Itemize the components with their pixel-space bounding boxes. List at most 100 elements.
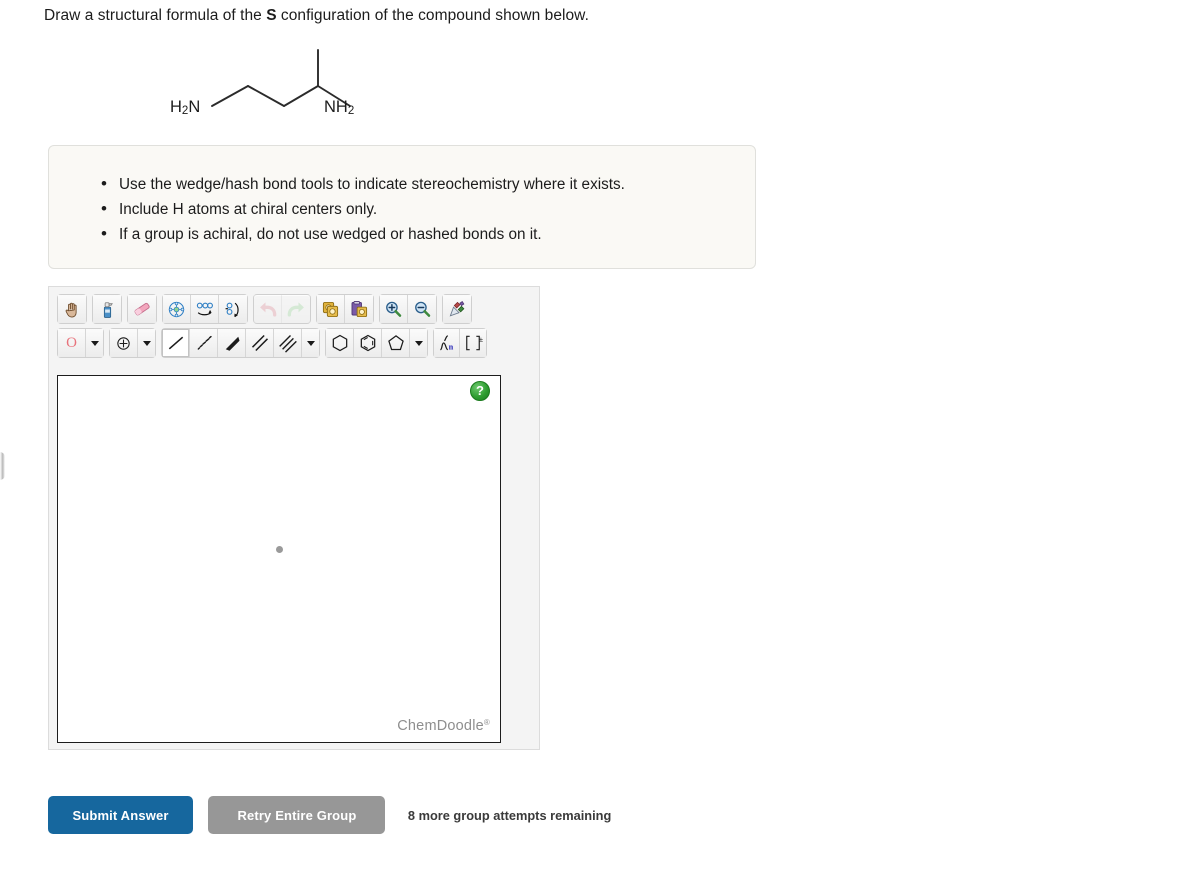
submit-answer-button[interactable]: Submit Answer: [48, 796, 193, 834]
right-label-nh: NH: [324, 98, 348, 116]
bracket-charge-tool-button[interactable]: ±: [460, 329, 486, 357]
redo-tool-button[interactable]: [282, 295, 310, 323]
drawing-canvas[interactable]: ? ChemDoodle®: [57, 375, 501, 743]
help-button[interactable]: ?: [470, 381, 490, 401]
charge-dropdown-button[interactable]: [138, 329, 155, 357]
double-bond-icon: [251, 334, 268, 352]
registered-mark-icon: ®: [483, 718, 490, 727]
flip-horizontal-icon: [196, 302, 213, 315]
chemdoodle-brand-text: ChemDoodle: [397, 718, 484, 734]
element-selector-button[interactable]: O: [58, 329, 86, 357]
toolbar-group-rings: [325, 328, 428, 358]
flip-vertical-tool-button[interactable]: [219, 295, 247, 323]
action-bar: Submit Answer Retry Entire Group 8 more …: [48, 796, 611, 836]
cyclohexane-ring-tool-button[interactable]: [326, 329, 354, 357]
paste-tool-button[interactable]: [345, 295, 373, 323]
plus-circle-icon: [117, 336, 130, 350]
instructions-panel: Use the wedge/hash bond tools to indicat…: [48, 145, 756, 269]
list-item: Include H atoms at chiral centers only.: [101, 196, 755, 222]
element-selector-label: O: [66, 334, 77, 351]
benzene-ring-tool-button[interactable]: [354, 329, 382, 357]
toolbar-group-templates: [442, 294, 472, 324]
redo-arrow-icon: [287, 302, 304, 317]
triple-bond-icon: [278, 334, 297, 353]
flip-vertical-icon: [225, 302, 239, 317]
triple-bond-tool-button[interactable]: [274, 329, 302, 357]
hand-icon: [65, 302, 77, 317]
left-label-n: N: [188, 98, 201, 116]
page-edge-artifact: [0, 452, 5, 480]
pan-hand-tool-button[interactable]: [58, 295, 86, 323]
toolbar-group-erase: [127, 294, 157, 324]
toolbar-group-advanced: n ±: [433, 328, 487, 358]
sketcher-toolbar-row-2: O n ±: [57, 328, 492, 358]
retry-entire-group-button[interactable]: Retry Entire Group: [208, 796, 386, 834]
toolbar-group-zoom: [379, 294, 437, 324]
template-palette-tool-button[interactable]: [443, 295, 471, 323]
single-bond-icon: [168, 336, 183, 350]
toolbar-group-transform: [162, 294, 248, 324]
optimize-structure-tool-button[interactable]: [163, 295, 191, 323]
eraser-tool-button[interactable]: [128, 295, 156, 323]
copy-tool-button[interactable]: [317, 295, 345, 323]
instructions-list: Use the wedge/hash bond tools to indicat…: [49, 146, 755, 247]
hash-bond-tool-button[interactable]: [190, 329, 218, 357]
single-bond-tool-button[interactable]: [162, 329, 190, 357]
structure-label-right: NH2: [324, 98, 354, 117]
benzene-icon: [360, 334, 375, 352]
double-bond-tool-button[interactable]: [246, 329, 274, 357]
ring-dropdown-button[interactable]: [410, 329, 427, 357]
svg-text:n: n: [448, 343, 453, 352]
optimize-structure-icon: [168, 301, 185, 317]
prompt-emphasis: S: [266, 7, 277, 24]
page-title: Draw a structural formula of the S confi…: [44, 5, 589, 27]
eraser-icon: [134, 302, 150, 316]
charge-tool-button[interactable]: [110, 329, 138, 357]
zoom-out-tool-button[interactable]: [408, 295, 436, 323]
toolbar-group-charge: [109, 328, 156, 358]
chevron-down-icon: [142, 340, 151, 346]
zoom-out-icon: [414, 301, 430, 317]
sketcher-toolbar-row-1: [57, 294, 477, 324]
cyclohexane-icon: [332, 334, 347, 352]
structure-label-left: H2N: [170, 98, 200, 117]
hashed-bond-icon: [197, 335, 212, 350]
template-palette-icon: [449, 300, 464, 317]
chemdoodle-sketcher[interactable]: O n ± ? ChemDoodle®: [48, 286, 540, 750]
undo-tool-button[interactable]: [254, 295, 282, 323]
chevron-down-icon: [306, 340, 315, 346]
left-label-h: H: [170, 98, 182, 116]
toolbar-group-manipulate: [57, 294, 87, 324]
list-item: If a group is achiral, do not use wedged…: [101, 221, 755, 247]
toolbar-group-clipboard: [316, 294, 374, 324]
element-dropdown-button[interactable]: [86, 329, 103, 357]
toolbar-group-clear: [92, 294, 122, 324]
polymer-repeat-icon: n: [439, 335, 453, 352]
zoom-in-tool-button[interactable]: [380, 295, 408, 323]
zoom-in-icon: [386, 301, 402, 317]
bond-dropdown-button[interactable]: [302, 329, 319, 357]
wedged-bond-icon: [225, 336, 239, 351]
toolbar-group-element: O: [57, 328, 104, 358]
chevron-down-icon: [90, 340, 99, 346]
wedge-bond-tool-button[interactable]: [218, 329, 246, 357]
toolbar-group-history: [253, 294, 311, 324]
attempts-remaining-text: 8 more group attempts remaining: [407, 807, 612, 823]
flip-horizontal-tool-button[interactable]: [191, 295, 219, 323]
question-page: Draw a structural formula of the S confi…: [0, 0, 1200, 886]
polymer-repeat-tool-button[interactable]: n: [434, 329, 460, 357]
prompt-text-before: Draw a structural formula of the: [44, 7, 267, 24]
copy-icon: [322, 301, 339, 317]
compound-structure-figure: H2N NH2: [150, 38, 410, 130]
canvas-center-atom-dot: [275, 546, 283, 554]
right-label-subscript: 2: [347, 105, 355, 117]
cyclopentane-icon: [387, 335, 404, 351]
paste-icon: [351, 300, 367, 317]
bracket-charge-icon: ±: [466, 335, 483, 351]
spray-bottle-icon: [103, 301, 113, 318]
clear-spray-tool-button[interactable]: [93, 295, 121, 323]
chemdoodle-brand: ChemDoodle®: [397, 718, 490, 734]
chevron-down-icon: [414, 340, 423, 346]
cyclopentane-ring-tool-button[interactable]: [382, 329, 410, 357]
toolbar-group-bonds: [161, 328, 320, 358]
